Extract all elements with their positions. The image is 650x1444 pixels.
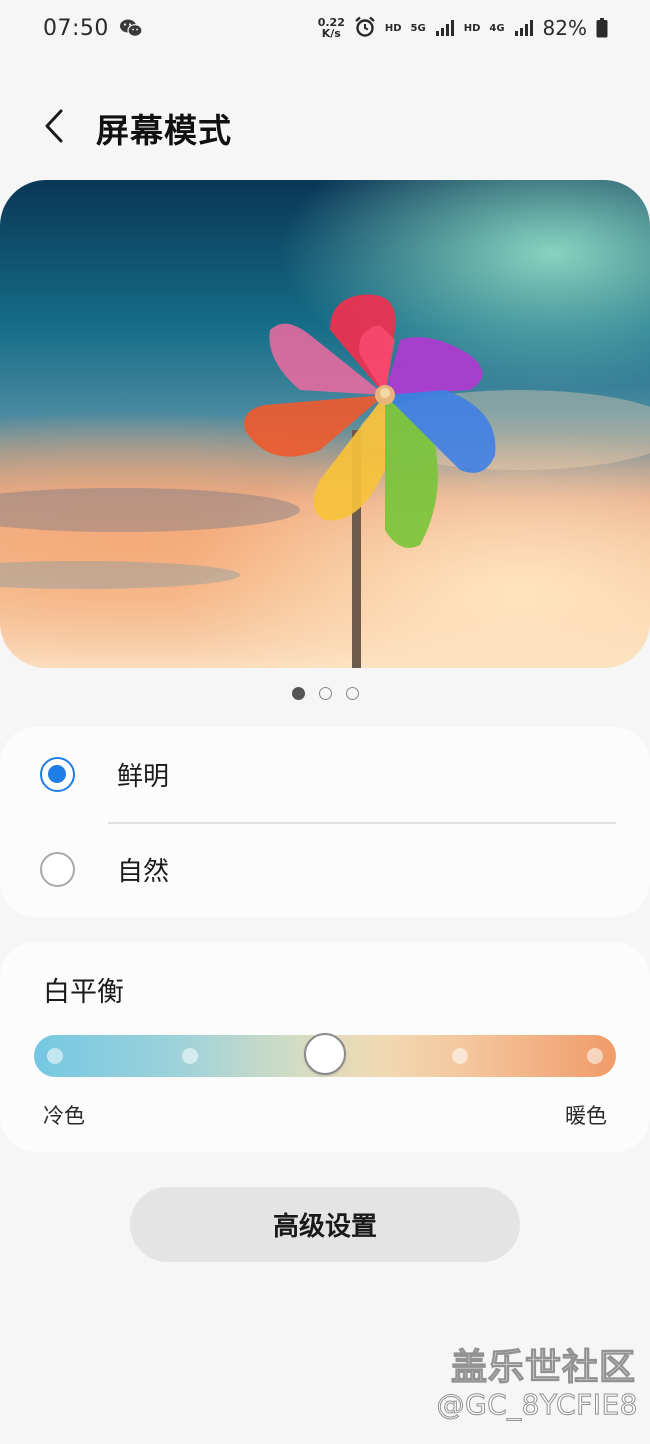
slider-thumb[interactable] [304,1033,346,1075]
signal-icon-2 [514,19,534,37]
status-time: 07:50 [43,15,109,41]
preview-image[interactable] [0,180,650,668]
signal-icon [435,19,455,37]
alarm-icon [354,16,376,41]
page-dot-3[interactable] [345,687,359,700]
slider-step-5[interactable] [587,1048,603,1064]
battery-icon [596,18,608,38]
slider-step-2[interactable] [182,1048,198,1064]
status-right: 0.22 K/s HD 5G HD 4G 82% [318,16,608,41]
slider-step-1[interactable] [47,1048,63,1064]
screen-mode-card: 鲜明 自然 [0,727,650,917]
pinwheel-illustration [0,294,650,668]
network-type-2: 4G [489,22,505,34]
app-header: 屏幕模式 [0,90,650,162]
cool-label: 冷色 [43,1104,85,1128]
watermark-user: @GC_8YCFIE8 [436,1388,638,1422]
advanced-settings-button[interactable]: 高级设置 [130,1187,520,1262]
back-button[interactable] [34,104,74,148]
mode-label-vivid: 鲜明 [117,762,170,792]
mode-option-natural[interactable]: 自然 [0,822,650,917]
white-balance-slider[interactable] [34,1033,616,1077]
status-bar: 07:50 0.22 K/s HD 5G HD 4G 82% [0,0,650,56]
wechat-icon [119,18,143,38]
white-balance-card: 白平衡 冷色 暖色 [0,942,650,1152]
page-dot-1[interactable] [291,687,305,700]
battery-percent: 82% [542,16,587,40]
mode-option-vivid[interactable]: 鲜明 [0,727,650,822]
page-title: 屏幕模式 [96,111,232,150]
chevron-left-icon [45,109,63,143]
network-type-1: 5G [410,22,426,34]
hd-badge-2: HD [463,22,481,34]
page-indicator [0,687,650,700]
white-balance-title: 白平衡 [43,977,124,1008]
hd-badge-1: HD [384,22,402,34]
radio-natural[interactable] [40,852,75,887]
watermark-title: 盖乐世社区 [450,1346,636,1388]
warm-label: 暖色 [565,1104,607,1128]
radio-vivid[interactable] [40,757,75,792]
slider-step-4[interactable] [452,1048,468,1064]
status-left: 07:50 [43,16,143,41]
network-speed-unit: K/s [321,27,341,40]
page-dot-2[interactable] [318,687,332,700]
network-speed: 0.22 K/s [318,17,345,39]
mode-label-natural: 自然 [117,857,170,887]
